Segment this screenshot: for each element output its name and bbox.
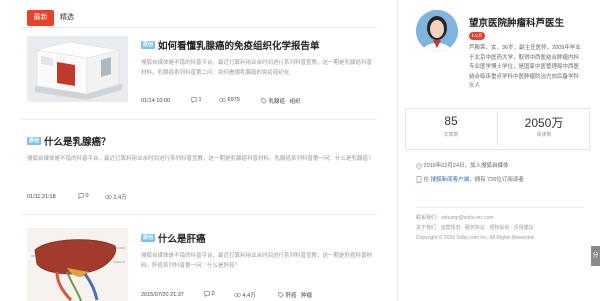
article-tags-1: 乳腺癌 组织 — [261, 97, 301, 105]
original-badge: 原创 — [141, 41, 156, 50]
view-count-2: 1.4万 — [105, 193, 127, 201]
article-desc-2: 搜狐自媒体是不错的科普平台，最近打算利用业余时间进行系列科普宣教，这一期是乳腺癌… — [27, 156, 374, 162]
eye-icon — [219, 97, 226, 103]
tab-latest[interactable]: 最新 — [27, 10, 54, 26]
article-tags-3: 肝癌 肿瘤 — [278, 291, 312, 299]
comment-count-2[interactable]: 0 — [78, 193, 89, 199]
comment-count: 0 — [211, 291, 215, 297]
reads-label: 阅读数 — [536, 132, 552, 138]
articles-label: 文章数 — [443, 132, 459, 138]
article-divider — [21, 214, 377, 215]
comment-icon — [78, 193, 84, 199]
column-divider — [397, 0, 398, 301]
tabs-divider — [21, 27, 377, 28]
tag-link[interactable]: 肝癌 — [286, 291, 297, 299]
article-date: 01/14 10:00 — [141, 98, 171, 104]
comment-icon — [191, 97, 197, 103]
profile-name[interactable]: 望京医院肿瘤科芦医生 — [469, 15, 564, 29]
original-badge: 原创 — [141, 234, 156, 243]
tag-icon — [261, 98, 267, 104]
liver-anatomy-image — [27, 228, 128, 301]
view-count-3: 4.4万 — [234, 291, 256, 299]
article-title-text[interactable]: 如何看懂乳腺癌的免疫组织化学报告单 — [158, 41, 320, 52]
article-thumbnail-3[interactable] — [27, 228, 128, 301]
footer-links[interactable]: 关于我们 · 运营规范 · 服务协议 · 侵权投诉 · 反馈建议 — [416, 224, 534, 233]
original-badge: 原创 — [27, 137, 42, 146]
article-divider — [21, 119, 377, 120]
view-count: 4.4万 — [242, 293, 256, 299]
comment-count: 1 — [198, 97, 202, 103]
article-meta-1: 01/14 10:00 — [141, 98, 170, 104]
article-meta-3: 2015/07/20 21:37 — [141, 292, 184, 298]
eye-icon — [105, 194, 112, 200]
joined-info: 2015年02月24日，加入搜狐自媒体 — [416, 161, 509, 169]
profile-bio: 芦殿荣，女，36岁，副主任医师，2009年毕业于北京中医药大学，取得中西医结合肿… — [469, 45, 581, 89]
comment-icon — [204, 291, 210, 297]
subscriber-prefix: 在 — [423, 177, 430, 183]
articles-count: 85 — [444, 114, 458, 128]
phone-icon — [416, 176, 422, 184]
sohu-news-app-link[interactable]: 搜狐新闻客户端 — [431, 177, 470, 183]
share-side-tab[interactable]: 分 — [591, 246, 600, 266]
tab-featured[interactable]: 精选 — [60, 10, 74, 26]
article-meta-2: 01/11 21:18 — [27, 194, 56, 200]
tag-link[interactable]: 乳腺癌 — [269, 97, 286, 105]
article-date: 2015/07/20 21:37 — [141, 292, 184, 298]
tag-link[interactable]: 肿瘤 — [301, 291, 312, 299]
joined-text: 2015年02月24日，加入搜狐自媒体 — [423, 163, 509, 169]
clock-icon — [416, 162, 422, 169]
article-title-3[interactable]: 原创 什么是肝癌 — [141, 231, 206, 245]
view-count-1: 6975 — [219, 97, 240, 103]
contact-email[interactable]: 联系我们：sohump@sohu-inc.com — [416, 214, 494, 223]
comment-count: 0 — [85, 193, 89, 199]
comment-count-3[interactable]: 0 — [204, 291, 215, 297]
eye-icon — [234, 292, 241, 298]
avatar[interactable] — [416, 10, 458, 52]
doctor-avatar-image — [416, 10, 458, 52]
tag-icon — [278, 292, 284, 298]
reads-count: 2050万 — [524, 116, 564, 130]
article-title-1[interactable]: 原创 如何看懂乳腺癌的免疫组织化学报告单 — [141, 38, 320, 52]
subscriber-info: 在 搜狐新闻客户端，拥有 726位订阅读者 — [416, 175, 524, 184]
article-title-2[interactable]: 原创 什么是乳腺癌？ — [27, 134, 111, 148]
comment-count-1[interactable]: 1 — [191, 97, 202, 103]
article-title-text[interactable]: 什么是乳腺癌？ — [44, 137, 111, 148]
article-date: 01/11 21:18 — [27, 194, 56, 200]
article-thumbnail-1[interactable] — [27, 36, 128, 102]
article-desc-3: 搜狐自媒体是不错的科普平台，最近打算利用业余时间进行系列科普宣教，这一期是肝癌科… — [141, 253, 373, 269]
tag-link[interactable]: 组织 — [290, 97, 301, 105]
footer-divider — [416, 207, 584, 208]
article-desc-1: 搜狐自媒体是不错的科普平台，最近打算利用业余时间进行系列科普宣教，这一期是乳腺癌… — [141, 60, 373, 76]
view-count: 1.4万 — [113, 195, 127, 201]
subscriber-suffix: ，拥有 726位订阅读者 — [469, 177, 524, 183]
level-badge: Lv.5 — [469, 32, 485, 40]
copyright: Copyright © 2016 Sohu.com Inc. All Right… — [416, 235, 535, 241]
exhibit-booth-image — [27, 36, 128, 102]
view-count: 6975 — [227, 97, 240, 103]
article-title-text[interactable]: 什么是肝癌 — [158, 234, 206, 245]
